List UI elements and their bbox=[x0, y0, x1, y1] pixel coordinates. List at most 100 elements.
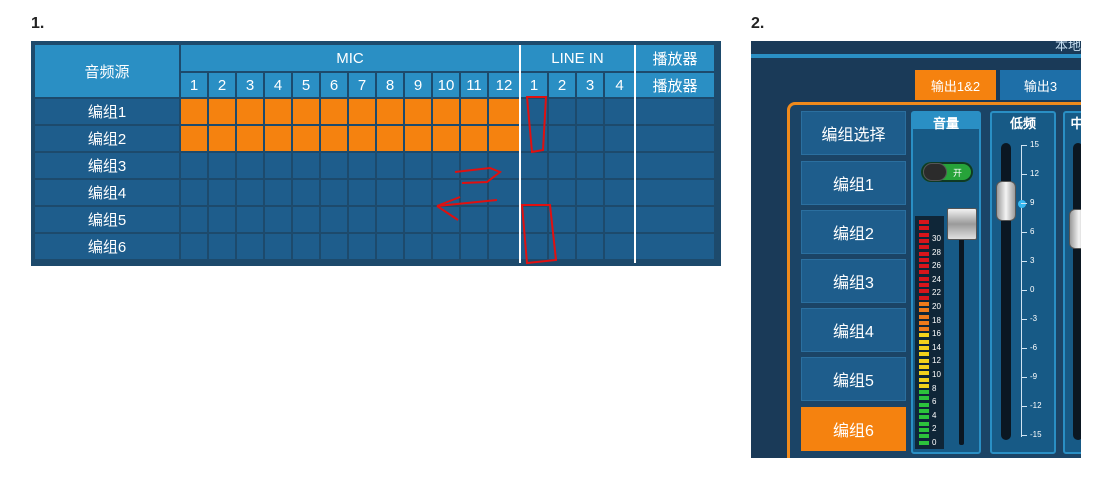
matrix-cell[interactable] bbox=[605, 153, 634, 178]
matrix-cell[interactable] bbox=[549, 153, 575, 178]
matrix-cell[interactable] bbox=[577, 99, 603, 124]
matrix-cell[interactable] bbox=[237, 180, 263, 205]
matrix-cell[interactable] bbox=[521, 99, 547, 124]
matrix-cell[interactable] bbox=[461, 180, 487, 205]
matrix-cell[interactable] bbox=[377, 234, 403, 259]
matrix-cell[interactable] bbox=[521, 180, 547, 205]
matrix-cell[interactable] bbox=[377, 180, 403, 205]
matrix-cell[interactable] bbox=[181, 126, 207, 151]
output-tab-1-2[interactable]: 输出1&2 bbox=[915, 70, 996, 100]
matrix-cell[interactable] bbox=[521, 126, 547, 151]
matrix-cell[interactable] bbox=[181, 153, 207, 178]
matrix-cell[interactable] bbox=[636, 99, 714, 124]
mid-fader-knob[interactable] bbox=[1069, 209, 1081, 249]
matrix-cell[interactable] bbox=[293, 207, 319, 232]
matrix-cell[interactable] bbox=[349, 99, 375, 124]
matrix-cell[interactable] bbox=[405, 126, 431, 151]
bass-fader-knob[interactable] bbox=[996, 181, 1016, 221]
matrix-cell[interactable] bbox=[209, 180, 235, 205]
matrix-cell[interactable] bbox=[349, 180, 375, 205]
matrix-cell[interactable] bbox=[433, 153, 459, 178]
matrix-cell[interactable] bbox=[461, 99, 487, 124]
matrix-cell[interactable] bbox=[349, 207, 375, 232]
matrix-cell[interactable] bbox=[237, 153, 263, 178]
matrix-cell[interactable] bbox=[265, 207, 291, 232]
matrix-cell[interactable] bbox=[489, 180, 519, 205]
group-button[interactable]: 编组6 bbox=[801, 407, 906, 451]
matrix-cell[interactable] bbox=[461, 234, 487, 259]
matrix-cell[interactable] bbox=[521, 207, 547, 232]
group-button[interactable]: 编组2 bbox=[801, 210, 906, 254]
matrix-cell[interactable] bbox=[321, 207, 347, 232]
matrix-cell[interactable] bbox=[321, 126, 347, 151]
matrix-cell[interactable] bbox=[293, 234, 319, 259]
matrix-cell[interactable] bbox=[605, 234, 634, 259]
matrix-cell[interactable] bbox=[237, 234, 263, 259]
matrix-cell[interactable] bbox=[577, 153, 603, 178]
matrix-cell[interactable] bbox=[489, 99, 519, 124]
matrix-cell[interactable] bbox=[405, 99, 431, 124]
matrix-cell[interactable] bbox=[461, 207, 487, 232]
matrix-cell[interactable] bbox=[433, 99, 459, 124]
matrix-cell[interactable] bbox=[237, 207, 263, 232]
volume-fader-knob[interactable] bbox=[947, 208, 977, 240]
matrix-cell[interactable] bbox=[433, 180, 459, 205]
matrix-cell[interactable] bbox=[461, 126, 487, 151]
matrix-cell[interactable] bbox=[405, 180, 431, 205]
group-button[interactable]: 编组4 bbox=[801, 308, 906, 352]
matrix-cell[interactable] bbox=[549, 99, 575, 124]
matrix-cell[interactable] bbox=[549, 234, 575, 259]
matrix-cell[interactable] bbox=[577, 234, 603, 259]
matrix-cell[interactable] bbox=[521, 234, 547, 259]
matrix-cell[interactable] bbox=[321, 99, 347, 124]
matrix-cell[interactable] bbox=[321, 153, 347, 178]
matrix-cell[interactable] bbox=[605, 99, 634, 124]
matrix-cell[interactable] bbox=[636, 126, 714, 151]
matrix-cell[interactable] bbox=[321, 180, 347, 205]
matrix-cell[interactable] bbox=[433, 207, 459, 232]
matrix-cell[interactable] bbox=[549, 207, 575, 232]
matrix-cell[interactable] bbox=[433, 234, 459, 259]
matrix-cell[interactable] bbox=[489, 234, 519, 259]
matrix-cell[interactable] bbox=[489, 153, 519, 178]
matrix-cell[interactable] bbox=[293, 99, 319, 124]
matrix-cell[interactable] bbox=[577, 180, 603, 205]
matrix-cell[interactable] bbox=[605, 207, 634, 232]
matrix-cell[interactable] bbox=[489, 126, 519, 151]
matrix-cell[interactable] bbox=[405, 234, 431, 259]
matrix-cell[interactable] bbox=[636, 207, 714, 232]
matrix-cell[interactable] bbox=[521, 153, 547, 178]
matrix-cell[interactable] bbox=[405, 153, 431, 178]
matrix-cell[interactable] bbox=[636, 180, 714, 205]
matrix-cell[interactable] bbox=[349, 234, 375, 259]
matrix-cell[interactable] bbox=[209, 207, 235, 232]
matrix-cell[interactable] bbox=[577, 207, 603, 232]
matrix-cell[interactable] bbox=[349, 126, 375, 151]
matrix-cell[interactable] bbox=[265, 234, 291, 259]
group-select-button[interactable]: 编组选择 bbox=[801, 111, 906, 155]
matrix-cell[interactable] bbox=[377, 153, 403, 178]
volume-power-switch[interactable]: 开 bbox=[921, 162, 973, 182]
matrix-cell[interactable] bbox=[549, 180, 575, 205]
matrix-cell[interactable] bbox=[181, 180, 207, 205]
matrix-cell[interactable] bbox=[265, 99, 291, 124]
matrix-cell[interactable] bbox=[605, 180, 634, 205]
matrix-cell[interactable] bbox=[293, 153, 319, 178]
matrix-cell[interactable] bbox=[377, 99, 403, 124]
matrix-cell[interactable] bbox=[636, 153, 714, 178]
matrix-cell[interactable] bbox=[377, 207, 403, 232]
matrix-cell[interactable] bbox=[209, 126, 235, 151]
matrix-cell[interactable] bbox=[433, 126, 459, 151]
matrix-cell[interactable] bbox=[549, 126, 575, 151]
matrix-cell[interactable] bbox=[181, 234, 207, 259]
matrix-cell[interactable] bbox=[293, 126, 319, 151]
matrix-cell[interactable] bbox=[461, 153, 487, 178]
output-tab-3[interactable]: 输出3 bbox=[1000, 70, 1081, 100]
matrix-cell[interactable] bbox=[321, 234, 347, 259]
matrix-cell[interactable] bbox=[237, 126, 263, 151]
group-button[interactable]: 编组1 bbox=[801, 161, 906, 205]
matrix-cell[interactable] bbox=[265, 126, 291, 151]
matrix-cell[interactable] bbox=[209, 234, 235, 259]
matrix-cell[interactable] bbox=[209, 153, 235, 178]
matrix-cell[interactable] bbox=[377, 126, 403, 151]
